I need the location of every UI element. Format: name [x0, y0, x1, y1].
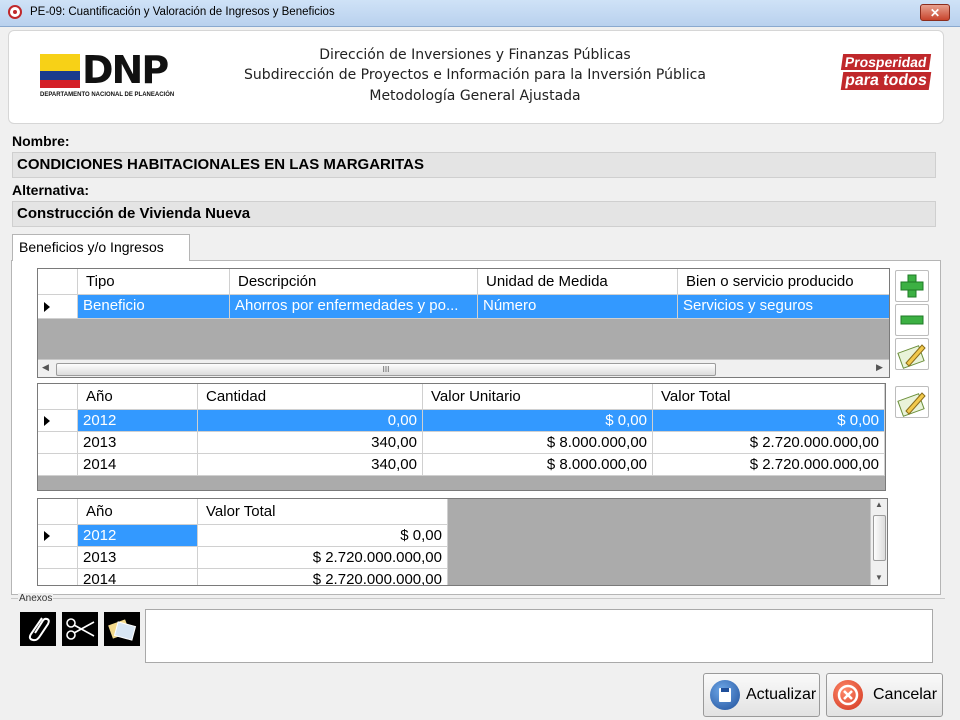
totals-grid: Año Valor Total 2012 $ 0,00 2013 $ 2.720…: [37, 498, 888, 586]
benefits-grid: Tipo Descripción Unidad de Medida Bien o…: [37, 268, 890, 378]
table-cell[interactable]: 2014: [78, 454, 198, 476]
table-cell[interactable]: Ahorros por enfermedades y po...: [230, 295, 478, 319]
cancel-icon: [833, 680, 863, 710]
row-selector[interactable]: [38, 569, 78, 585]
header-line-3: Metodología General Ajustada: [369, 88, 581, 104]
table-cell[interactable]: Beneficio: [78, 295, 230, 319]
table-cell[interactable]: $ 8.000.000,00: [423, 454, 653, 476]
view-attachment-button[interactable]: [104, 612, 140, 646]
scroll-thumb[interactable]: [873, 515, 886, 561]
scroll-down-icon[interactable]: ▼: [875, 573, 883, 582]
cancel-label: Cancelar: [873, 686, 938, 703]
alternativa-label: Alternativa:: [12, 182, 90, 198]
minus-icon: [900, 315, 924, 325]
table-cell[interactable]: $ 2.720.000.000,00: [198, 547, 448, 569]
row-selector[interactable]: [38, 525, 78, 547]
column-header[interactable]: Descripción: [230, 269, 478, 295]
table-cell[interactable]: Número: [478, 295, 678, 319]
edit-pencil-icon: [897, 344, 926, 369]
vertical-scrollbar[interactable]: ▲ ▼: [870, 499, 887, 585]
scissors-icon: [66, 618, 95, 640]
title-bar: PE-09: Cuantificación y Valoración de In…: [0, 0, 960, 27]
column-header[interactable]: Bien o servicio producido: [678, 269, 889, 295]
slogan-line-2: para todos: [840, 72, 932, 90]
column-header[interactable]: Año: [78, 384, 198, 410]
window-title: PE-09: Cuantificación y Valoración de In…: [30, 6, 335, 18]
column-header[interactable]: Valor Total: [198, 499, 448, 525]
update-button[interactable]: Actualizar: [703, 673, 820, 717]
table-cell[interactable]: 2013: [78, 432, 198, 454]
column-header[interactable]: Valor Unitario: [423, 384, 653, 410]
update-label: Actualizar: [746, 686, 817, 703]
tab-beneficios[interactable]: Beneficios y/o Ingresos: [12, 234, 190, 261]
scroll-right-icon[interactable]: ▶: [876, 362, 883, 373]
header-line-1: Dirección de Inversiones y Finanzas Públ…: [319, 47, 631, 63]
annex-label: Anexos: [18, 593, 54, 604]
table-cell[interactable]: $ 2.720.000.000,00: [198, 569, 448, 585]
column-header[interactable]: Unidad de Medida: [478, 269, 678, 295]
row-selector[interactable]: [38, 454, 78, 476]
scroll-up-icon[interactable]: ▲: [875, 500, 883, 509]
paperclip-icon: [28, 617, 50, 642]
close-button[interactable]: ✕: [920, 4, 950, 21]
remove-button[interactable]: [895, 304, 929, 336]
save-icon: [710, 680, 740, 710]
slogan-logo: Prosperidad para todos: [840, 54, 932, 104]
table-cell[interactable]: 340,00: [198, 432, 423, 454]
header-line-2: Subdirección de Proyectos e Información …: [244, 67, 706, 83]
table-cell[interactable]: 2014: [78, 569, 198, 585]
row-pointer-icon: [44, 302, 50, 312]
table-cell[interactable]: Servicios y seguros: [678, 295, 889, 319]
cut-button[interactable]: [62, 612, 98, 646]
row-selector[interactable]: [38, 432, 78, 454]
app-icon: [8, 5, 22, 19]
edit-button[interactable]: [895, 338, 929, 370]
table-cell[interactable]: 340,00: [198, 454, 423, 476]
table-cell[interactable]: 2013: [78, 547, 198, 569]
horizontal-scrollbar[interactable]: ◀ III ▶: [38, 359, 889, 377]
nombre-label: Nombre:: [12, 133, 70, 149]
slogan-line-1: Prosperidad: [840, 54, 931, 70]
row-selector[interactable]: [38, 547, 78, 569]
table-cell[interactable]: $ 0,00: [423, 410, 653, 432]
attach-button[interactable]: [20, 612, 56, 646]
column-header[interactable]: Año: [78, 499, 198, 525]
table-cell[interactable]: 2012: [78, 525, 198, 547]
scroll-thumb[interactable]: III: [56, 363, 716, 376]
nombre-field[interactable]: CONDICIONES HABITACIONALES EN LAS MARGAR…: [12, 152, 936, 178]
table-cell[interactable]: $ 2.720.000.000,00: [653, 454, 885, 476]
row-pointer-icon: [44, 531, 50, 541]
add-button[interactable]: [895, 270, 929, 302]
column-header[interactable]: Valor Total: [653, 384, 885, 410]
table-cell[interactable]: $ 0,00: [653, 410, 885, 432]
table-cell[interactable]: 2012: [78, 410, 198, 432]
quantities-grid: Año Cantidad Valor Unitario Valor Total …: [37, 383, 886, 491]
row-selector[interactable]: [38, 410, 78, 432]
column-header[interactable]: Tipo: [78, 269, 230, 295]
plus-icon: [900, 274, 924, 298]
table-cell[interactable]: $ 8.000.000,00: [423, 432, 653, 454]
row-pointer-icon: [44, 416, 50, 426]
table-cell[interactable]: 0,00: [198, 410, 423, 432]
table-cell[interactable]: $ 0,00: [198, 525, 448, 547]
edit-values-button[interactable]: [895, 386, 929, 418]
scroll-left-icon[interactable]: ◀: [42, 362, 49, 373]
cancel-button[interactable]: Cancelar: [826, 673, 943, 717]
column-header[interactable]: Cantidad: [198, 384, 423, 410]
annex-text-field[interactable]: [145, 609, 933, 663]
table-cell[interactable]: $ 2.720.000.000,00: [653, 432, 885, 454]
documents-icon: [108, 619, 137, 641]
row-selector[interactable]: [38, 295, 78, 319]
edit-pencil-icon: [897, 392, 926, 417]
alternativa-field[interactable]: Construcción de Vivienda Nueva: [12, 201, 936, 227]
